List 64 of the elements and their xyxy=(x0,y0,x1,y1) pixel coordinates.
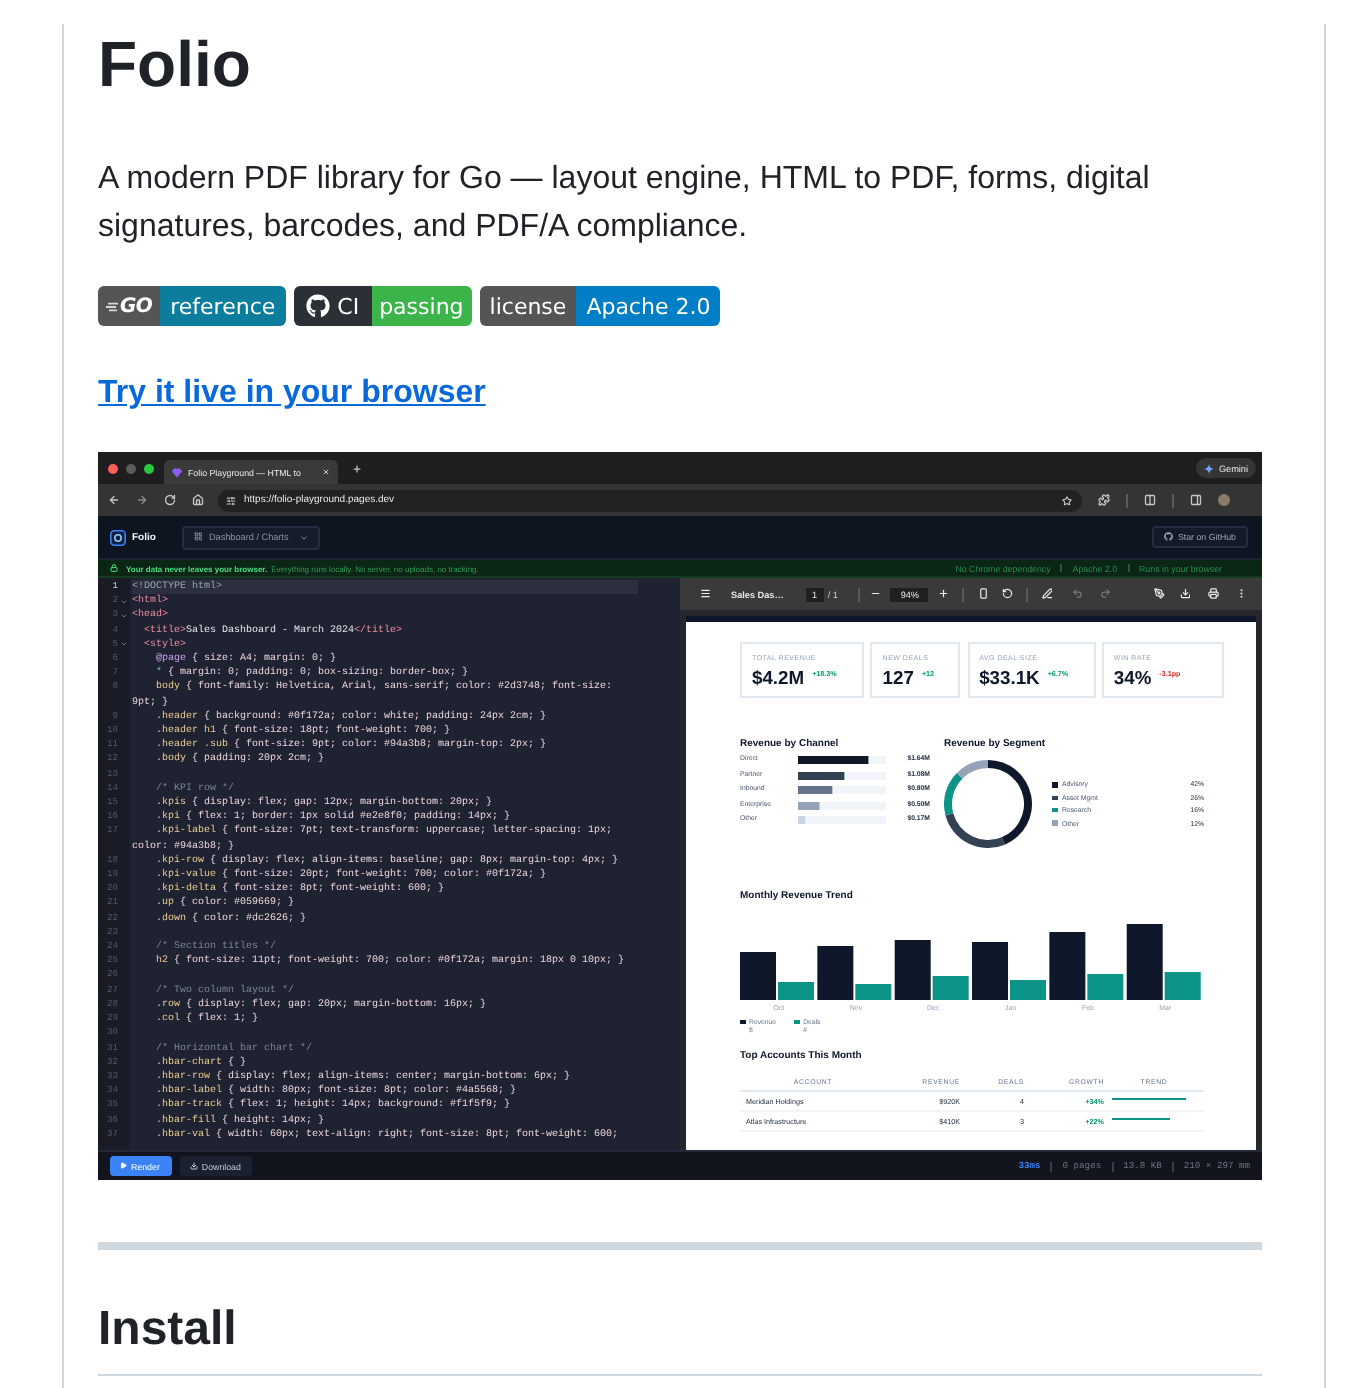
deals-bar xyxy=(1010,980,1046,1000)
sliders-icon[interactable] xyxy=(226,495,236,505)
pen-nib-icon[interactable] xyxy=(1154,588,1165,600)
sparkle-icon xyxy=(1204,463,1215,473)
zoom-in-icon[interactable] xyxy=(938,588,950,600)
fit-page-icon[interactable] xyxy=(977,588,989,600)
demo-link[interactable]: Try it live in your browser xyxy=(98,376,486,410)
section-heading: Install xyxy=(98,1302,237,1356)
kpi-value: $4.2M xyxy=(752,668,805,688)
rotate-icon[interactable] xyxy=(1002,588,1014,600)
lock-icon xyxy=(110,564,118,572)
star-icon[interactable] xyxy=(1062,495,1072,505)
play-icon xyxy=(120,1162,127,1170)
profile-avatar[interactable] xyxy=(1218,494,1230,506)
grid-icon xyxy=(193,532,203,542)
pen-icon[interactable] xyxy=(1041,588,1053,600)
kpi-value: 34% xyxy=(1113,668,1152,688)
revenue-bar xyxy=(740,952,776,1000)
forward-icon[interactable] xyxy=(136,494,148,506)
more-icon[interactable] xyxy=(1235,588,1246,600)
split-view-icon[interactable] xyxy=(1144,494,1156,506)
deals-bar xyxy=(778,982,814,1000)
redo-icon[interactable] xyxy=(1099,588,1111,600)
puzzle-icon[interactable] xyxy=(1098,494,1110,506)
deals-bar xyxy=(1087,974,1124,1000)
legend-swatch-icon xyxy=(1052,820,1057,826)
revenue-bar xyxy=(894,940,931,1000)
bar xyxy=(798,801,820,809)
new-tab-icon[interactable] xyxy=(352,463,362,473)
bar xyxy=(798,756,869,764)
legend-swatch-icon xyxy=(1052,795,1057,801)
deals-bar xyxy=(932,976,969,1000)
menu-icon[interactable] xyxy=(700,588,711,600)
logo-icon xyxy=(110,529,126,545)
github-icon xyxy=(1164,532,1174,542)
kpi-value: 127 xyxy=(882,668,914,688)
print-icon[interactable] xyxy=(1208,588,1219,600)
download-icon[interactable] xyxy=(1179,588,1190,600)
zoom-out-icon[interactable] xyxy=(869,588,881,600)
deals-bar xyxy=(855,984,892,1000)
legend-swatch-icon xyxy=(794,1019,800,1024)
gem-icon xyxy=(172,467,182,477)
bar xyxy=(798,771,845,779)
back-icon[interactable] xyxy=(108,494,120,506)
side-panel-icon[interactable] xyxy=(1190,494,1202,506)
revenue-bar xyxy=(817,946,854,1000)
legend-swatch-icon xyxy=(740,1019,745,1024)
github-icon xyxy=(305,294,330,318)
bar xyxy=(798,816,806,824)
legend-swatch-icon xyxy=(1052,782,1057,788)
download-icon xyxy=(189,1162,198,1170)
page-title: Folio xyxy=(98,26,251,104)
undo-icon[interactable] xyxy=(1072,588,1084,600)
home-icon[interactable] xyxy=(192,494,204,506)
reload-icon[interactable] xyxy=(164,494,176,506)
revenue-bar xyxy=(1126,924,1163,1000)
revenue-bar xyxy=(1049,932,1086,1000)
deals-bar xyxy=(1164,972,1201,1000)
revenue-bar xyxy=(972,942,1008,1000)
kpi-value: $33.1K xyxy=(979,668,1040,688)
legend-swatch-icon xyxy=(1052,807,1057,813)
speed-lines-icon xyxy=(106,301,118,311)
description: A modern PDF library for Go — layout engine, HTML to PDF, forms, digital signatures, barcodes, and PDF/A compliance. xyxy=(98,160,1152,248)
bar xyxy=(798,786,833,794)
